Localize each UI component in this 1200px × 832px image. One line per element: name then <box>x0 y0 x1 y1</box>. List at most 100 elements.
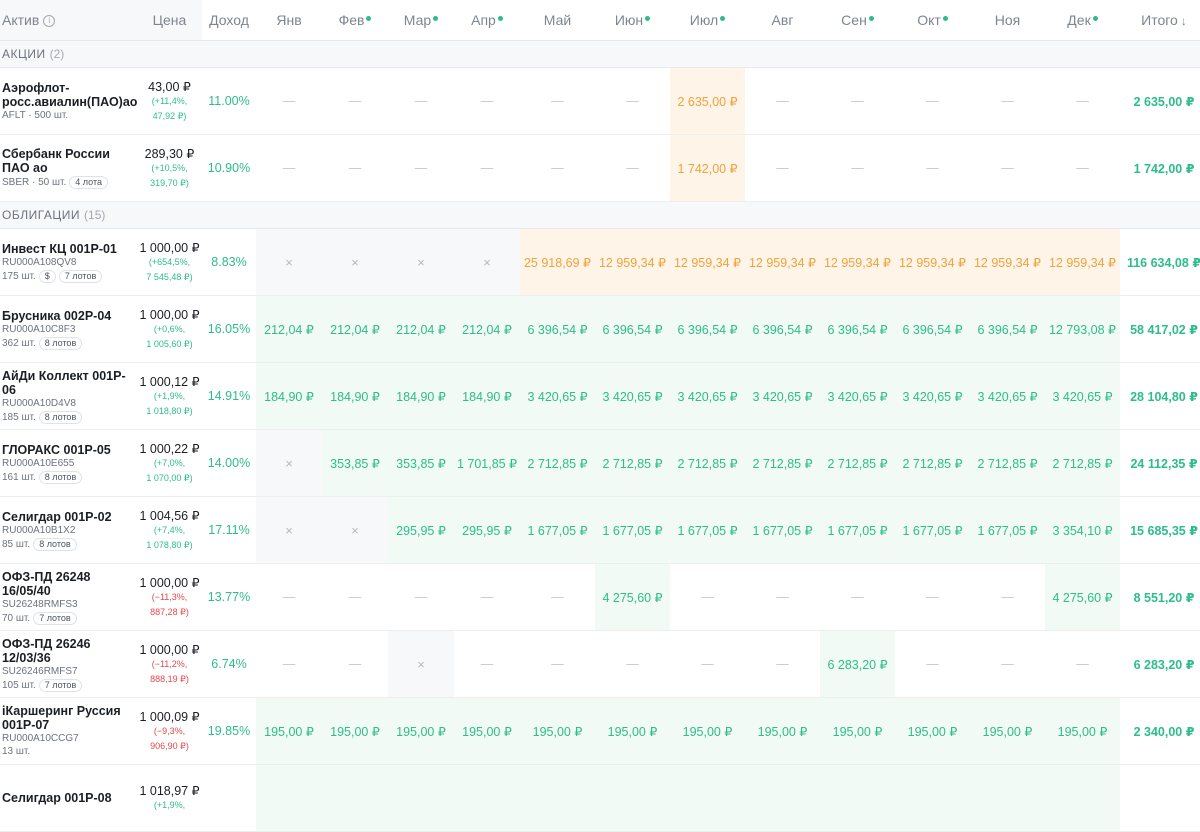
payment-amount[interactable]: 353,85 ₽ <box>388 429 454 497</box>
empty-payment[interactable]: — <box>256 134 322 202</box>
column-header-month[interactable]: Фев <box>322 0 388 41</box>
payment-amount[interactable]: 3 420,65 ₽ <box>520 362 595 430</box>
empty-payment[interactable]: — <box>820 134 895 202</box>
empty-payment[interactable]: — <box>895 67 970 135</box>
payment-amount[interactable] <box>388 764 454 832</box>
empty-payment[interactable]: — <box>388 67 454 135</box>
payment-amount[interactable]: 2 712,85 ₽ <box>595 429 670 497</box>
payment-amount[interactable]: 3 420,65 ₽ <box>1045 362 1120 430</box>
payment-amount[interactable] <box>256 764 322 832</box>
empty-payment[interactable]: — <box>820 67 895 135</box>
empty-payment[interactable]: — <box>670 630 745 698</box>
asset-cell[interactable]: Селигдар 001P-02 RU000A10B1X2 85 шт. 8 лото… <box>0 496 137 564</box>
no-payment-mark[interactable]: × <box>454 228 520 296</box>
column-header-month[interactable]: Мар <box>388 0 454 41</box>
payment-amount[interactable]: 195,00 ₽ <box>256 697 322 765</box>
payment-amount[interactable]: 1 677,05 ₽ <box>895 496 970 564</box>
no-payment-mark[interactable]: × <box>322 496 388 564</box>
payment-amount[interactable]: 295,95 ₽ <box>454 496 520 564</box>
payment-amount[interactable]: 1 677,05 ₽ <box>820 496 895 564</box>
payment-amount[interactable] <box>1045 764 1120 832</box>
payment-amount[interactable] <box>595 764 670 832</box>
asset-name[interactable]: Сбербанк России ПАО ао <box>2 147 137 175</box>
column-header-yield[interactable]: Доход <box>202 0 256 41</box>
payment-amount[interactable]: 12 959,34 ₽ <box>1045 228 1120 296</box>
asset-name[interactable]: Селигдар 001P-02 <box>2 510 137 524</box>
payment-amount[interactable]: 195,00 ₽ <box>970 697 1045 765</box>
no-payment-mark[interactable]: × <box>388 630 454 698</box>
column-header-month[interactable]: Июн <box>595 0 670 41</box>
payment-amount[interactable]: 295,95 ₽ <box>388 496 454 564</box>
payment-amount[interactable]: 6 396,54 ₽ <box>970 295 1045 363</box>
asset-cell[interactable]: Аэрофлот-росс.авиалин(ПАО)ао AFLT · 500 ш… <box>0 67 137 135</box>
payment-amount[interactable]: 195,00 ₽ <box>745 697 820 765</box>
payment-amount[interactable]: 12 959,34 ₽ <box>895 228 970 296</box>
payment-amount[interactable] <box>670 764 745 832</box>
table-row[interactable]: Аэрофлот-росс.авиалин(ПАО)ао AFLT · 500 ш… <box>0 67 1200 135</box>
empty-payment[interactable]: — <box>454 134 520 202</box>
asset-name[interactable]: Аэрофлот-росс.авиалин(ПАО)ао <box>2 81 137 109</box>
table-row[interactable]: Сбербанк России ПАО ао SBER · 50 шт. 4 лот… <box>0 134 1200 202</box>
empty-payment[interactable]: — <box>970 67 1045 135</box>
column-header-month[interactable]: Май <box>520 0 595 41</box>
payment-amount[interactable]: 4 275,60 ₽ <box>595 563 670 631</box>
asset-cell[interactable]: ОФЗ-ПД 26246 12/03/36 SU26246RMFS7 105 шт.… <box>0 630 137 698</box>
payment-amount[interactable]: 12 793,08 ₽ <box>1045 295 1120 363</box>
asset-name[interactable]: ОФЗ-ПД 26246 12/03/36 <box>2 637 137 665</box>
column-header-month[interactable]: Янв <box>256 0 322 41</box>
column-header-month[interactable]: Сен <box>820 0 895 41</box>
payment-amount[interactable]: 25 918,69 ₽ <box>520 228 595 296</box>
payment-amount[interactable]: 2 712,85 ₽ <box>1045 429 1120 497</box>
payment-amount[interactable]: 1 677,05 ₽ <box>970 496 1045 564</box>
payment-amount[interactable]: 12 959,34 ₽ <box>745 228 820 296</box>
payment-amount[interactable]: 195,00 ₽ <box>1045 697 1120 765</box>
empty-payment[interactable]: — <box>745 134 820 202</box>
payment-amount[interactable] <box>322 764 388 832</box>
payment-amount[interactable]: 2 712,85 ₽ <box>820 429 895 497</box>
table-row[interactable]: АйДи Коллект 001P-06 RU000A10D4V8 185 шт. 8… <box>0 362 1200 430</box>
column-header-month[interactable]: Окт <box>895 0 970 41</box>
payment-amount[interactable]: 4 275,60 ₽ <box>1045 563 1120 631</box>
column-header-month[interactable]: Ноя <box>970 0 1045 41</box>
payment-amount[interactable]: 195,00 ₽ <box>388 697 454 765</box>
empty-payment[interactable]: — <box>322 67 388 135</box>
asset-cell[interactable]: Сбербанк России ПАО ао SBER · 50 шт. 4 лот… <box>0 134 137 202</box>
asset-cell[interactable]: Брусника 002P-04 RU000A10C8F3 362 шт. 8 лот… <box>0 295 137 363</box>
payment-amount[interactable]: 12 959,34 ₽ <box>595 228 670 296</box>
payment-amount[interactable] <box>970 764 1045 832</box>
payment-amount[interactable]: 353,85 ₽ <box>322 429 388 497</box>
payment-amount[interactable]: 212,04 ₽ <box>454 295 520 363</box>
empty-payment[interactable]: — <box>520 563 595 631</box>
asset-name[interactable]: Инвест КЦ 001P-01 <box>2 242 137 256</box>
empty-payment[interactable]: — <box>322 630 388 698</box>
empty-payment[interactable]: — <box>520 134 595 202</box>
payment-amount[interactable]: 195,00 ₽ <box>520 697 595 765</box>
asset-cell[interactable]: ОФЗ-ПД 26248 16/05/40 SU26248RMFS3 70 шт. 7… <box>0 563 137 631</box>
payment-amount[interactable]: 1 677,05 ₽ <box>670 496 745 564</box>
column-header-month[interactable]: Июл <box>670 0 745 41</box>
empty-payment[interactable]: — <box>256 630 322 698</box>
payment-amount[interactable]: 12 959,34 ₽ <box>820 228 895 296</box>
no-payment-mark[interactable]: × <box>256 496 322 564</box>
payment-amount[interactable]: 2 712,85 ₽ <box>520 429 595 497</box>
empty-payment[interactable]: — <box>820 563 895 631</box>
empty-payment[interactable]: — <box>322 134 388 202</box>
empty-payment[interactable]: — <box>895 563 970 631</box>
asset-cell[interactable]: АйДи Коллект 001P-06 RU000A10D4V8 185 шт. 8… <box>0 362 137 430</box>
payment-amount[interactable] <box>520 764 595 832</box>
payment-amount[interactable]: 6 396,54 ₽ <box>520 295 595 363</box>
payment-amount[interactable]: 6 396,54 ₽ <box>745 295 820 363</box>
empty-payment[interactable]: — <box>895 134 970 202</box>
empty-payment[interactable]: — <box>1045 134 1120 202</box>
empty-payment[interactable]: — <box>745 563 820 631</box>
empty-payment[interactable]: — <box>388 563 454 631</box>
table-row[interactable]: Инвест КЦ 001P-01 RU000A108QV8 175 шт. $7 л… <box>0 228 1200 296</box>
payment-amount[interactable]: 195,00 ₽ <box>820 697 895 765</box>
payment-amount[interactable] <box>820 764 895 832</box>
empty-payment[interactable]: — <box>520 630 595 698</box>
empty-payment[interactable]: — <box>454 67 520 135</box>
payment-amount[interactable]: 1 677,05 ₽ <box>520 496 595 564</box>
column-header-month[interactable]: Дек <box>1045 0 1120 41</box>
payment-amount[interactable]: 6 396,54 ₽ <box>670 295 745 363</box>
asset-name[interactable]: ОФЗ-ПД 26248 16/05/40 <box>2 570 137 598</box>
